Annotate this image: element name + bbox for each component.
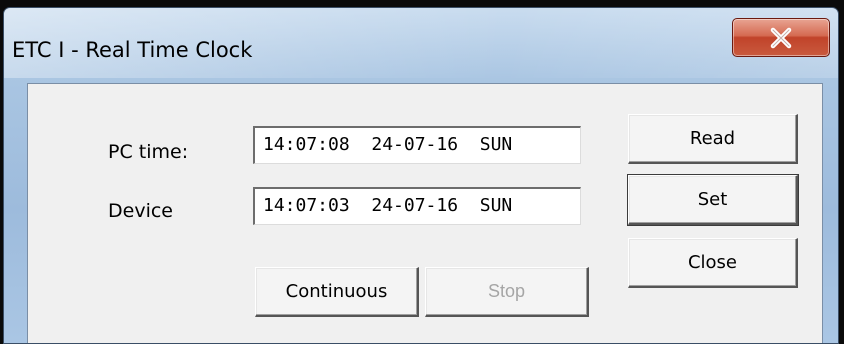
- stop-button[interactable]: Stop: [425, 267, 589, 317]
- dialog-client-area: PC time: 14:07:08 24-07-16 SUN Device 14…: [27, 83, 823, 343]
- dialog-window: ETC I - Real Time Clock PC time: 14:07:0…: [3, 7, 839, 344]
- close-icon: [770, 27, 792, 48]
- window-close-button[interactable]: [732, 18, 830, 57]
- pc-time-field[interactable]: 14:07:08 24-07-16 SUN: [253, 126, 581, 164]
- device-time-field[interactable]: 14:07:03 24-07-16 SUN: [253, 187, 581, 225]
- continuous-button[interactable]: Continuous: [255, 267, 419, 317]
- pc-time-label: PC time:: [108, 141, 189, 163]
- window-title: ETC I - Real Time Clock: [12, 38, 253, 62]
- set-button[interactable]: Set: [627, 174, 799, 226]
- close-button[interactable]: Close: [628, 238, 798, 288]
- device-label: Device: [108, 200, 173, 222]
- read-button[interactable]: Read: [628, 114, 798, 164]
